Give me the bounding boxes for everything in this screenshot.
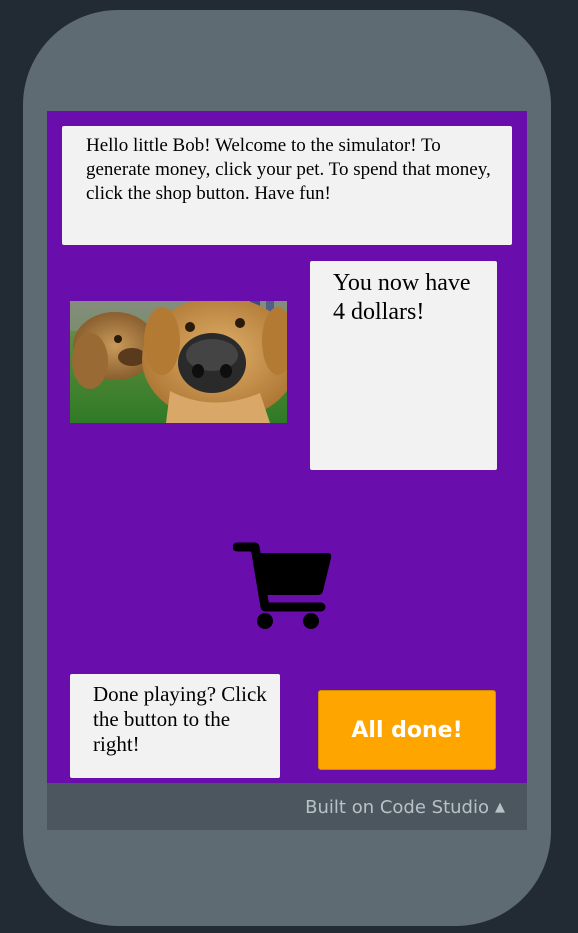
done-text: Done playing? Click the button to the ri… xyxy=(93,682,267,756)
shop-button[interactable] xyxy=(232,539,333,633)
built-on-code-studio-link[interactable]: Built on Code Studio ▲ xyxy=(305,797,505,818)
app-screen: Hello little Bob! Welcome to the simulat… xyxy=(47,111,527,783)
code-studio-footer: Built on Code Studio ▲ xyxy=(47,783,527,830)
caret-up-icon: ▲ xyxy=(495,800,505,815)
done-textbox: Done playing? Click the button to the ri… xyxy=(70,674,280,778)
welcome-text: Hello little Bob! Welcome to the simulat… xyxy=(86,135,491,204)
dog-photo-icon xyxy=(70,301,287,423)
all-done-button[interactable]: All done! xyxy=(318,690,496,770)
pet-image[interactable] xyxy=(70,301,287,423)
money-text: You now have 4 dollars! xyxy=(333,270,471,325)
money-textbox: You now have 4 dollars! xyxy=(310,261,497,470)
footer-link-label: Built on Code Studio xyxy=(305,797,489,818)
shopping-cart-icon xyxy=(232,542,332,629)
welcome-textbox: Hello little Bob! Welcome to the simulat… xyxy=(62,126,512,245)
